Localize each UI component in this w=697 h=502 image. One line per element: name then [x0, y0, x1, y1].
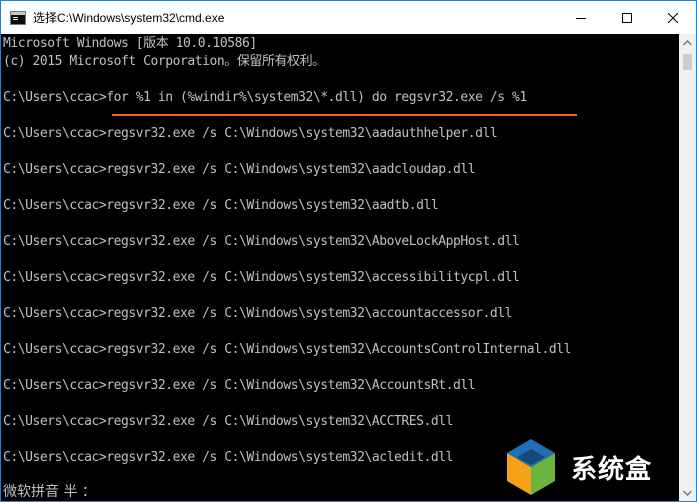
minimize-icon — [576, 17, 586, 19]
output-line: C:\Users\ccac>regsvr32.exe /s C:\Windows… — [3, 198, 439, 213]
command-text: for %1 in (%windir%\system32\*.dll) do r… — [106, 90, 527, 105]
scroll-up-button[interactable] — [679, 34, 696, 51]
maximize-icon — [622, 12, 632, 23]
window-title: 选择C:\Windows\system32\cmd.exe — [33, 11, 225, 25]
chevron-up-icon — [683, 39, 692, 45]
output-line: C:\Users\ccac>regsvr32.exe /s C:\Windows… — [3, 162, 476, 177]
title-bar[interactable]: 选择C:\Windows\system32\cmd.exe — [1, 1, 696, 34]
console-output[interactable]: Microsoft Windows [版本 10.0.10586] (c) 20… — [1, 34, 679, 501]
minimize-button[interactable] — [558, 1, 604, 34]
command-line: C:\Users\ccac>for %1 in (%windir%\system… — [3, 89, 527, 107]
console-app-icon — [10, 10, 26, 25]
console-header-version: Microsoft Windows [版本 10.0.10586] — [3, 36, 257, 51]
command-prompt: C:\Users\ccac> — [3, 90, 107, 105]
console-header-copyright: (c) 2015 Microsoft Corporation。保留所有权利。 — [3, 54, 325, 69]
watermark-logo: 系统盒 — [499, 435, 679, 499]
close-button[interactable] — [650, 1, 696, 34]
close-icon — [668, 12, 678, 23]
window-controls — [558, 1, 696, 34]
maximize-button[interactable] — [604, 1, 650, 34]
cube-logo-icon — [507, 439, 555, 495]
output-line: C:\Users\ccac>regsvr32.exe /s C:\Windows… — [3, 306, 512, 321]
output-line: C:\Users\ccac>regsvr32.exe /s C:\Windows… — [3, 342, 572, 357]
scrollbar-thumb[interactable] — [683, 54, 692, 70]
scroll-down-button[interactable] — [679, 484, 696, 501]
output-line: C:\Users\ccac>regsvr32.exe /s C:\Windows… — [3, 414, 453, 429]
command-highlight-underline — [112, 114, 577, 116]
output-line: C:\Users\ccac>regsvr32.exe /s C:\Windows… — [3, 450, 453, 465]
ime-status-bar: 微软拼音 半 ： — [3, 484, 96, 500]
output-line: C:\Users\ccac>regsvr32.exe /s C:\Windows… — [3, 270, 520, 285]
chevron-down-icon — [683, 490, 692, 496]
cmd-window: 选择C:\Windows\system32\cmd.exe Microsoft — [0, 0, 697, 502]
watermark-text: 系统盒 — [571, 454, 653, 485]
vertical-scrollbar[interactable] — [679, 34, 696, 501]
output-line: C:\Users\ccac>regsvr32.exe /s C:\Windows… — [3, 234, 520, 249]
output-line: C:\Users\ccac>regsvr32.exe /s C:\Windows… — [3, 378, 476, 393]
output-line: C:\Users\ccac>regsvr32.exe /s C:\Windows… — [3, 126, 498, 141]
